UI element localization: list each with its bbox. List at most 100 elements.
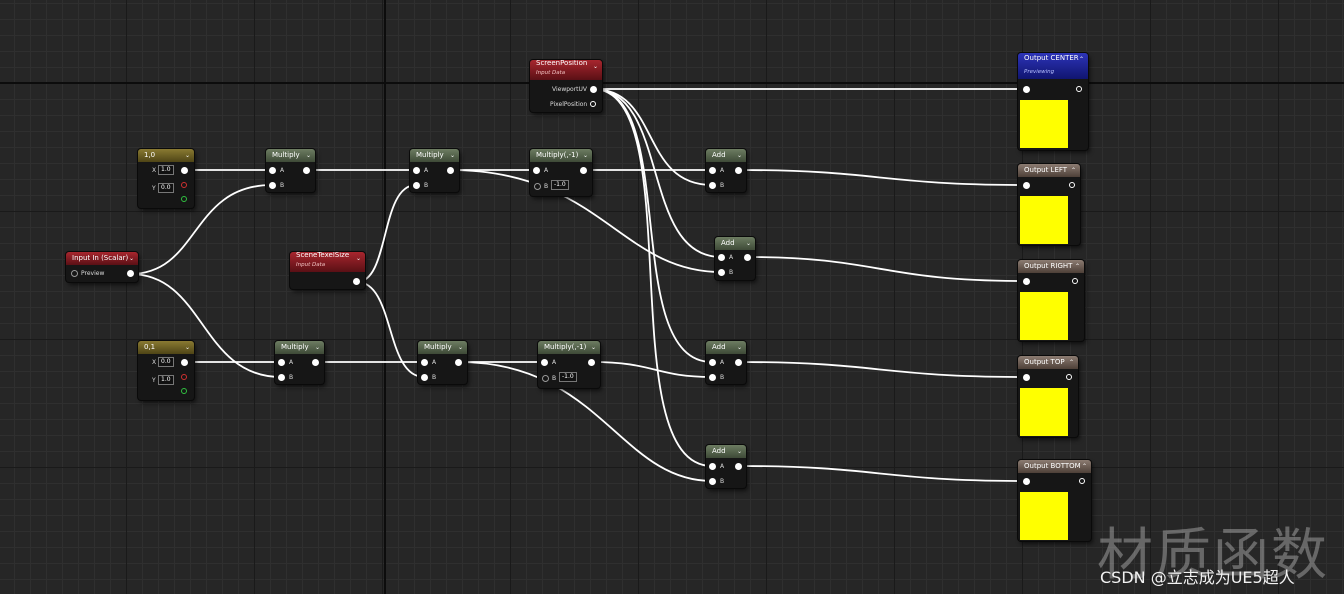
input-pin-a[interactable] <box>413 167 420 174</box>
node-output-right[interactable]: Output RIGHT ⌃ <box>1018 260 1084 341</box>
node-scene-texel-size[interactable]: SceneTexelSize Input Data ⌄ <box>290 252 365 289</box>
y-value-field[interactable]: 0.0 <box>158 183 174 193</box>
output-pin[interactable] <box>580 167 587 174</box>
b-value-field[interactable]: -1.0 <box>559 372 577 382</box>
input-pin-b[interactable] <box>421 374 428 381</box>
input-pin-b[interactable] <box>413 182 420 189</box>
input-pin-a[interactable] <box>533 167 540 174</box>
output-pin[interactable] <box>744 254 751 261</box>
node-add-3[interactable]: Add ⌄ A B <box>706 341 746 384</box>
input-pin-b[interactable] <box>278 374 285 381</box>
chevron-down-icon[interactable]: ⌄ <box>591 341 596 354</box>
input-pin-b[interactable] <box>709 478 716 485</box>
chevron-down-icon[interactable]: ⌄ <box>737 341 742 354</box>
input-pin[interactable] <box>1023 478 1030 485</box>
chevron-up-icon[interactable]: ⌃ <box>1075 260 1080 273</box>
input-pin-b[interactable] <box>709 374 716 381</box>
output-pin[interactable] <box>735 167 742 174</box>
chevron-down-icon[interactable]: ⌄ <box>746 237 751 250</box>
chevron-down-icon[interactable]: ⌄ <box>450 149 455 162</box>
output-pin[interactable] <box>1079 478 1085 484</box>
input-pin-a[interactable] <box>709 167 716 174</box>
node-add-4[interactable]: Add ⌄ A B <box>706 445 746 488</box>
node-screen-position[interactable]: ScreenPosition Input Data ⌄ ViewportUV Pix… <box>530 60 602 112</box>
x-value-field[interactable]: 0.0 <box>158 357 174 367</box>
input-pin-a[interactable] <box>278 359 285 366</box>
input-pin-a[interactable] <box>541 359 548 366</box>
node-multiply-neg1-1[interactable]: Multiply(,-1) ⌄ A B -1.0 <box>530 149 592 196</box>
output-pin-r[interactable] <box>181 374 187 380</box>
node-output-left[interactable]: Output LEFT ⌃ <box>1018 164 1080 245</box>
input-pin-a[interactable] <box>269 167 276 174</box>
output-pin[interactable] <box>735 359 742 366</box>
y-value-field[interactable]: 1.0 <box>158 375 174 385</box>
chevron-up-icon[interactable]: ⌃ <box>1079 53 1084 66</box>
input-pin[interactable] <box>1023 278 1030 285</box>
node-add-2[interactable]: Add ⌄ A B <box>715 237 755 280</box>
output-pin[interactable] <box>447 167 454 174</box>
output-pin-pixel-position[interactable] <box>590 101 596 107</box>
output-pin[interactable] <box>1066 374 1072 380</box>
output-pin[interactable] <box>455 359 462 366</box>
input-pin-a[interactable] <box>718 254 725 261</box>
chevron-up-icon[interactable]: ⌃ <box>1082 460 1087 473</box>
node-multiply-neg1-2[interactable]: Multiply(,-1) ⌄ A B -1.0 <box>538 341 600 388</box>
b-value-field[interactable]: -1.0 <box>551 180 569 190</box>
node-output-center[interactable]: Output CENTER Previewing ⌃ <box>1018 53 1088 150</box>
input-pin[interactable] <box>1023 182 1030 189</box>
output-pin[interactable] <box>1072 278 1078 284</box>
output-pin[interactable] <box>1069 182 1075 188</box>
pin-label-a: A <box>424 167 429 174</box>
chevron-down-icon[interactable]: ⌄ <box>129 252 134 265</box>
input-pin[interactable] <box>71 270 78 277</box>
node-multiply-4[interactable]: Multiply ⌄ A B <box>418 341 467 384</box>
output-pin-viewport-uv[interactable] <box>590 86 597 93</box>
output-pin-g[interactable] <box>181 196 187 202</box>
output-pin[interactable] <box>1076 86 1082 92</box>
chevron-down-icon[interactable]: ⌄ <box>737 445 742 458</box>
chevron-down-icon[interactable]: ⌄ <box>356 252 361 265</box>
chevron-down-icon[interactable]: ⌄ <box>185 341 190 354</box>
wire <box>745 256 1025 282</box>
output-pin[interactable] <box>353 278 360 285</box>
input-pin-b[interactable] <box>542 375 549 382</box>
output-pin-r[interactable] <box>181 182 187 188</box>
input-pin[interactable] <box>1023 86 1030 93</box>
x-value-field[interactable]: 1.0 <box>158 165 174 175</box>
input-pin-a[interactable] <box>421 359 428 366</box>
chevron-down-icon[interactable]: ⌄ <box>458 341 463 354</box>
chevron-down-icon[interactable]: ⌄ <box>306 149 311 162</box>
node-multiply-2[interactable]: Multiply ⌄ A B <box>275 341 324 384</box>
node-input-in[interactable]: Input In (Scalar) ⌄ Preview <box>66 252 138 282</box>
input-pin[interactable] <box>1023 374 1030 381</box>
output-pin[interactable] <box>181 359 188 366</box>
input-pin-b[interactable] <box>534 183 541 190</box>
chevron-down-icon[interactable]: ⌄ <box>593 60 598 73</box>
node-constant-1-0[interactable]: 1,0 ⌄ X 1.0 Y 0.0 <box>138 149 194 208</box>
output-pin[interactable] <box>303 167 310 174</box>
input-pin-a[interactable] <box>709 463 716 470</box>
node-output-top[interactable]: Output TOP ⌃ <box>1018 356 1078 437</box>
chevron-down-icon[interactable]: ⌄ <box>737 149 742 162</box>
node-output-bottom[interactable]: Output BOTTOM ⌃ <box>1018 460 1091 541</box>
output-pin[interactable] <box>127 270 134 277</box>
output-pin-g[interactable] <box>181 388 187 394</box>
chevron-down-icon[interactable]: ⌄ <box>583 149 588 162</box>
pin-label-a: A <box>289 359 294 366</box>
output-pin[interactable] <box>735 463 742 470</box>
input-pin-b[interactable] <box>718 269 725 276</box>
node-constant-0-1[interactable]: 0,1 ⌄ X 0.0 Y 1.0 <box>138 341 194 400</box>
chevron-up-icon[interactable]: ⌃ <box>1071 164 1076 177</box>
node-add-1[interactable]: Add ⌄ A B <box>706 149 746 192</box>
output-pin[interactable] <box>588 359 595 366</box>
output-pin[interactable] <box>312 359 319 366</box>
chevron-down-icon[interactable]: ⌄ <box>315 341 320 354</box>
input-pin-b[interactable] <box>269 182 276 189</box>
chevron-up-icon[interactable]: ⌃ <box>1069 356 1074 369</box>
chevron-down-icon[interactable]: ⌄ <box>185 149 190 162</box>
input-pin-b[interactable] <box>709 182 716 189</box>
output-pin[interactable] <box>181 167 188 174</box>
input-pin-a[interactable] <box>709 359 716 366</box>
node-multiply-3[interactable]: Multiply ⌄ A B <box>410 149 459 192</box>
node-multiply-1[interactable]: Multiply ⌄ A B <box>266 149 315 192</box>
